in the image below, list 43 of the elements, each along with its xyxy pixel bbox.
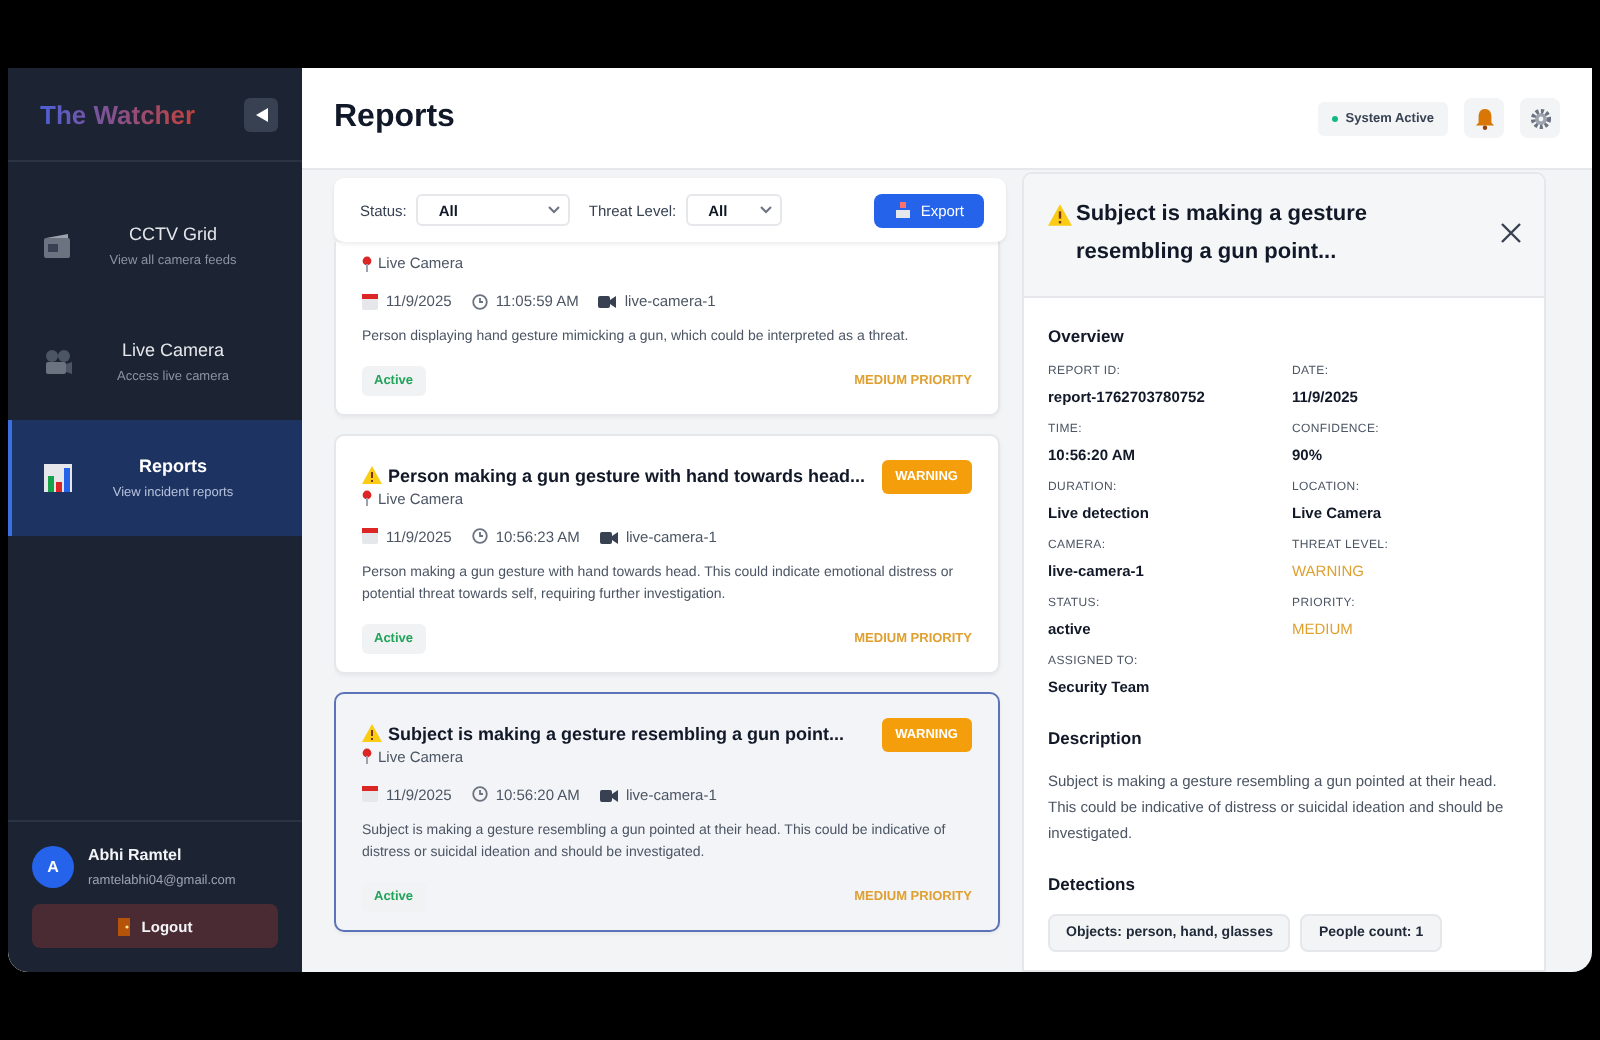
close-button[interactable]	[1500, 222, 1524, 247]
calendar-icon	[362, 786, 378, 803]
report-card[interactable]	[334, 691, 1000, 932]
bar-chart-icon	[44, 464, 72, 492]
chevron-down-icon	[548, 206, 561, 214]
nav-title: Live Camera	[121, 340, 225, 360]
warning-icon	[362, 466, 382, 485]
app-logo: The Watcher	[40, 99, 196, 129]
clock-icon	[471, 528, 488, 545]
report-title: Subject is making a gesture resembling a gun point...	[388, 723, 845, 744]
warning-icon	[362, 724, 382, 743]
video-camera-icon	[598, 294, 617, 308]
collapse-button[interactable]	[244, 97, 278, 131]
video-icon	[44, 234, 72, 258]
user-avatar: A	[32, 846, 74, 888]
pin-icon	[362, 748, 372, 765]
nav-title: CCTV Grid	[128, 224, 217, 244]
chevron-down-icon	[760, 206, 773, 214]
calendar-icon	[362, 293, 378, 309]
detail-title: Subject is making a gesture resembling a gun point...	[1076, 200, 1369, 269]
collapse-arrow-icon	[255, 107, 267, 121]
user-name: Abhi Ramtel	[88, 846, 184, 864]
report-title: Person making a gun gesture with hand towards head...	[388, 465, 866, 486]
section-heading: Detections	[1048, 873, 1137, 894]
video-camera-icon	[599, 529, 618, 544]
calendar-icon	[362, 528, 378, 545]
page-title: Reports	[334, 100, 455, 136]
warning-icon	[1048, 204, 1072, 226]
notifications-button[interactable]	[1464, 98, 1504, 138]
tray-icon	[894, 202, 913, 218]
pin-icon	[362, 490, 372, 507]
clock-icon	[471, 786, 488, 803]
section-heading: Overview	[1048, 325, 1126, 345]
nav-title: Reports	[138, 456, 207, 476]
settings-icon	[1529, 107, 1551, 129]
bell-icon	[1473, 107, 1495, 129]
video-camera-icon	[599, 787, 618, 802]
settings-button[interactable]	[1520, 98, 1560, 138]
pin-icon	[362, 255, 372, 271]
camera-icon	[44, 348, 72, 376]
door-icon	[117, 917, 130, 935]
section-heading: Description	[1048, 727, 1144, 747]
clock-icon	[471, 293, 488, 309]
